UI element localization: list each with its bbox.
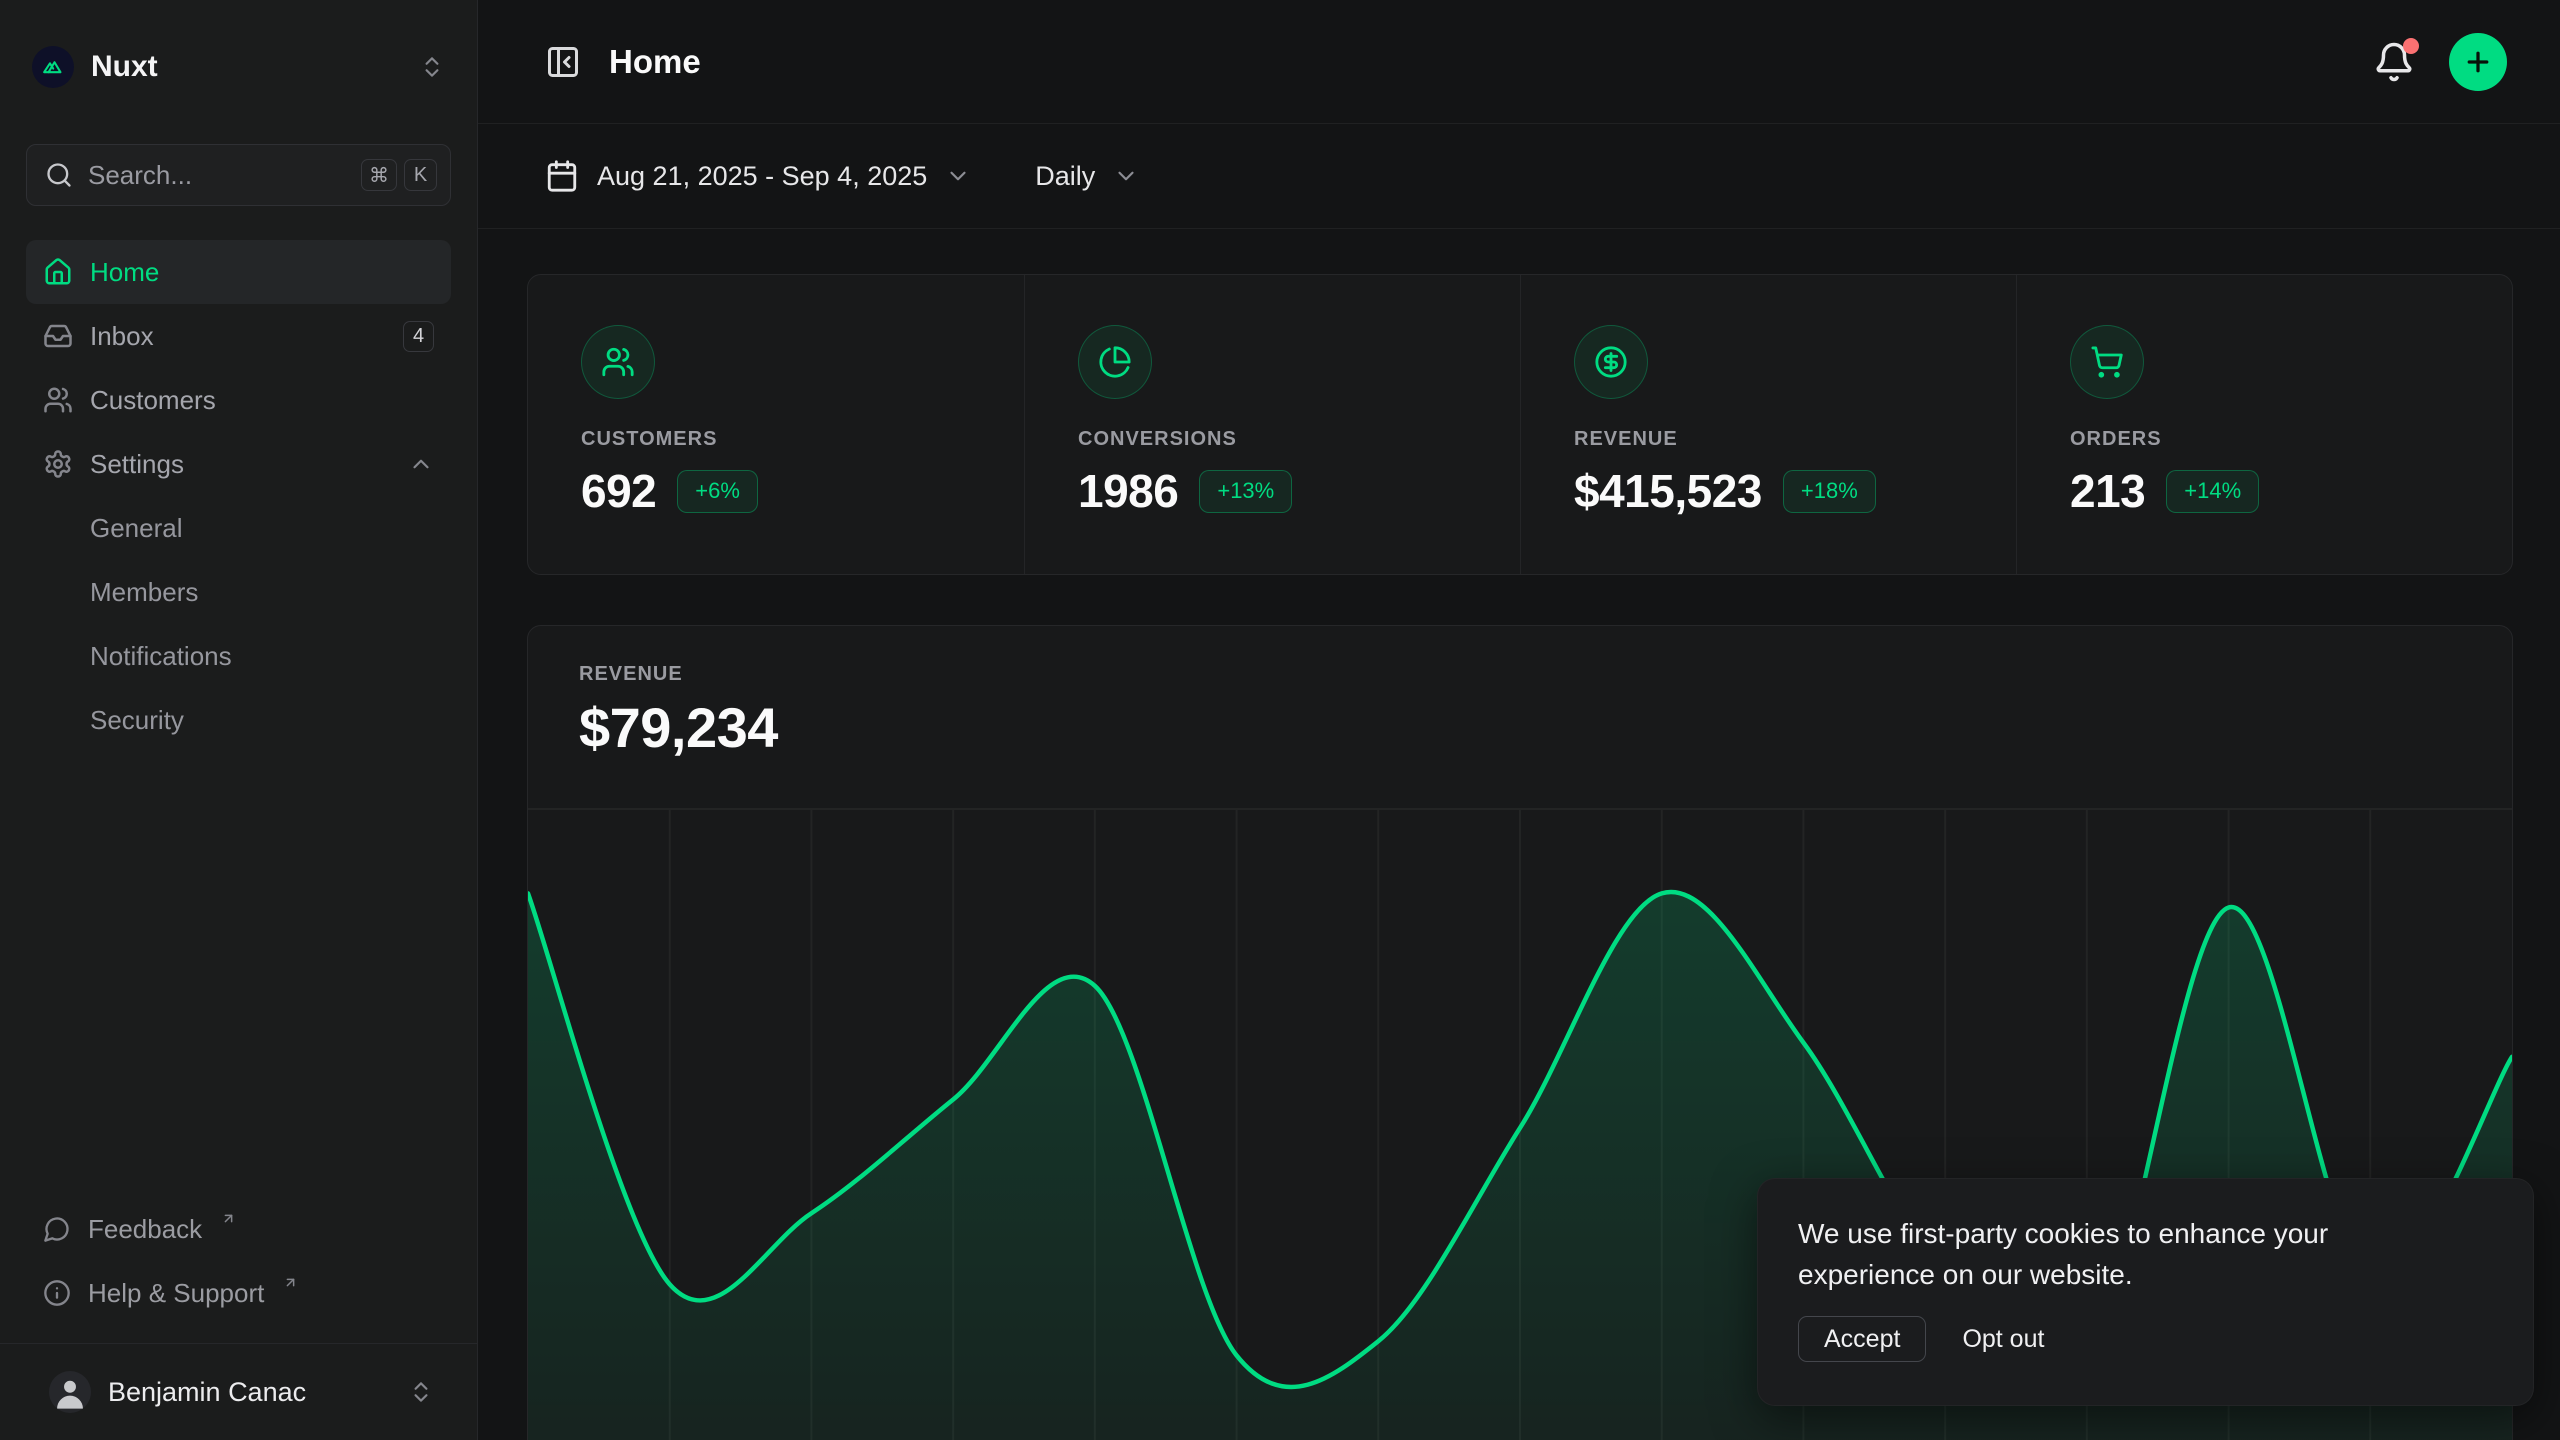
- stat-delta-badge: +13%: [1199, 470, 1292, 513]
- date-range-value: Aug 21, 2025 - Sep 4, 2025: [597, 161, 927, 192]
- revenue-total: $79,234: [579, 695, 2512, 760]
- cart-icon: [2070, 325, 2144, 399]
- sub-item-label: General: [90, 513, 183, 544]
- pie-chart-icon: [1078, 325, 1152, 399]
- kbd-meta: ⌘: [361, 159, 397, 191]
- calendar-icon: [545, 159, 579, 193]
- sub-item-label: Security: [90, 705, 184, 736]
- sidebar-item-settings[interactable]: Settings: [26, 432, 451, 496]
- chevron-up-icon: [408, 451, 434, 477]
- avatar: [49, 1371, 91, 1413]
- sidebar-item-inbox[interactable]: Inbox 4: [26, 304, 451, 368]
- granularity-value: Daily: [1035, 161, 1095, 192]
- sidebar-item-home[interactable]: Home: [26, 240, 451, 304]
- sidebar-item-label: Inbox: [90, 321, 154, 352]
- workspace-selector[interactable]: Nuxt: [26, 36, 451, 98]
- search-icon: [45, 161, 73, 189]
- sidebar-item-notifications[interactable]: Notifications: [26, 624, 451, 688]
- cookie-message: We use first-party cookies to enhance yo…: [1798, 1213, 2418, 1295]
- stat-label: CUSTOMERS: [581, 428, 1024, 451]
- chevron-down-icon: [945, 163, 971, 189]
- accept-button[interactable]: Accept: [1798, 1316, 1926, 1362]
- cookie-banner: We use first-party cookies to enhance yo…: [1757, 1178, 2534, 1406]
- inbox-icon: [43, 321, 73, 351]
- external-link-icon: [283, 1275, 298, 1290]
- stat-label: REVENUE: [1574, 428, 2016, 451]
- sidebar-item-label: Customers: [90, 385, 216, 416]
- feedback-label: Feedback: [88, 1214, 202, 1245]
- stat-value: 213: [2070, 464, 2145, 518]
- help-support-label: Help & Support: [88, 1278, 264, 1309]
- users-icon: [43, 385, 73, 415]
- inbox-count-badge: 4: [403, 321, 434, 352]
- stat-value: 692: [581, 464, 656, 518]
- chevrons-up-down-icon: [408, 1379, 434, 1405]
- sidebar-item-label: Home: [90, 257, 159, 288]
- stat-label: CONVERSIONS: [1078, 428, 1520, 451]
- stat-delta-badge: +18%: [1783, 470, 1876, 513]
- page-title: Home: [609, 43, 701, 81]
- sidebar-item-customers[interactable]: Customers: [26, 368, 451, 432]
- stat-card-orders: ORDERS 213 +14%: [2016, 275, 2512, 574]
- notification-dot: [2403, 38, 2419, 54]
- add-button[interactable]: [2449, 33, 2507, 91]
- stats-row: CUSTOMERS 692 +6% CONVERSIONS 1986 +13% …: [527, 274, 2513, 575]
- notifications-button[interactable]: [2373, 41, 2415, 83]
- brand-name: Nuxt: [91, 50, 402, 84]
- granularity-select[interactable]: Daily: [1035, 161, 1139, 192]
- sidebar-item-security[interactable]: Security: [26, 688, 451, 752]
- dollar-circle-icon: [1574, 325, 1648, 399]
- chevrons-up-down-icon: [419, 54, 445, 80]
- collapse-sidebar-button[interactable]: [545, 44, 581, 80]
- search-shortcut: ⌘ K: [361, 159, 437, 191]
- stat-card-revenue: REVENUE $415,523 +18%: [1520, 275, 2016, 574]
- sidebar-item-label: Settings: [90, 449, 184, 480]
- stat-card-conversions: CONVERSIONS 1986 +13%: [1024, 275, 1520, 574]
- toolbar: Aug 21, 2025 - Sep 4, 2025 Daily: [478, 124, 2560, 229]
- sub-item-label: Notifications: [90, 641, 232, 672]
- gear-icon: [43, 449, 73, 479]
- search-input[interactable]: ⌘ K: [26, 144, 451, 206]
- users-icon: [581, 325, 655, 399]
- user-menu[interactable]: Benjamin Canac: [0, 1343, 477, 1440]
- sidebar: Nuxt ⌘ K Home: [0, 0, 478, 1440]
- nuxt-logo-icon: [32, 46, 74, 88]
- user-name: Benjamin Canac: [108, 1377, 391, 1408]
- page-header: Home: [478, 0, 2560, 124]
- date-range-picker[interactable]: Aug 21, 2025 - Sep 4, 2025: [545, 159, 971, 193]
- kbd-k: K: [404, 159, 437, 191]
- stat-card-customers: CUSTOMERS 692 +6%: [528, 275, 1024, 574]
- stat-delta-badge: +14%: [2166, 470, 2259, 513]
- stat-value: 1986: [1078, 464, 1178, 518]
- opt-out-button[interactable]: Opt out: [1956, 1316, 2050, 1362]
- sub-item-label: Members: [90, 577, 198, 608]
- sidebar-item-members[interactable]: Members: [26, 560, 451, 624]
- revenue-label: REVENUE: [579, 663, 2512, 686]
- sidebar-item-general[interactable]: General: [26, 496, 451, 560]
- chevron-down-icon: [1113, 163, 1139, 189]
- feedback-link[interactable]: Feedback: [26, 1197, 451, 1261]
- info-circle-icon: [43, 1279, 71, 1307]
- stat-value: $415,523: [1574, 464, 1762, 518]
- home-icon: [43, 257, 73, 287]
- stat-label: ORDERS: [2070, 428, 2512, 451]
- help-support-link[interactable]: Help & Support: [26, 1261, 451, 1325]
- sidebar-nav: Home Inbox 4 Customers Settings: [26, 240, 451, 752]
- chat-bubble-icon: [43, 1215, 71, 1243]
- search-field[interactable]: [88, 160, 346, 191]
- external-link-icon: [221, 1211, 236, 1226]
- stat-delta-badge: +6%: [677, 470, 758, 513]
